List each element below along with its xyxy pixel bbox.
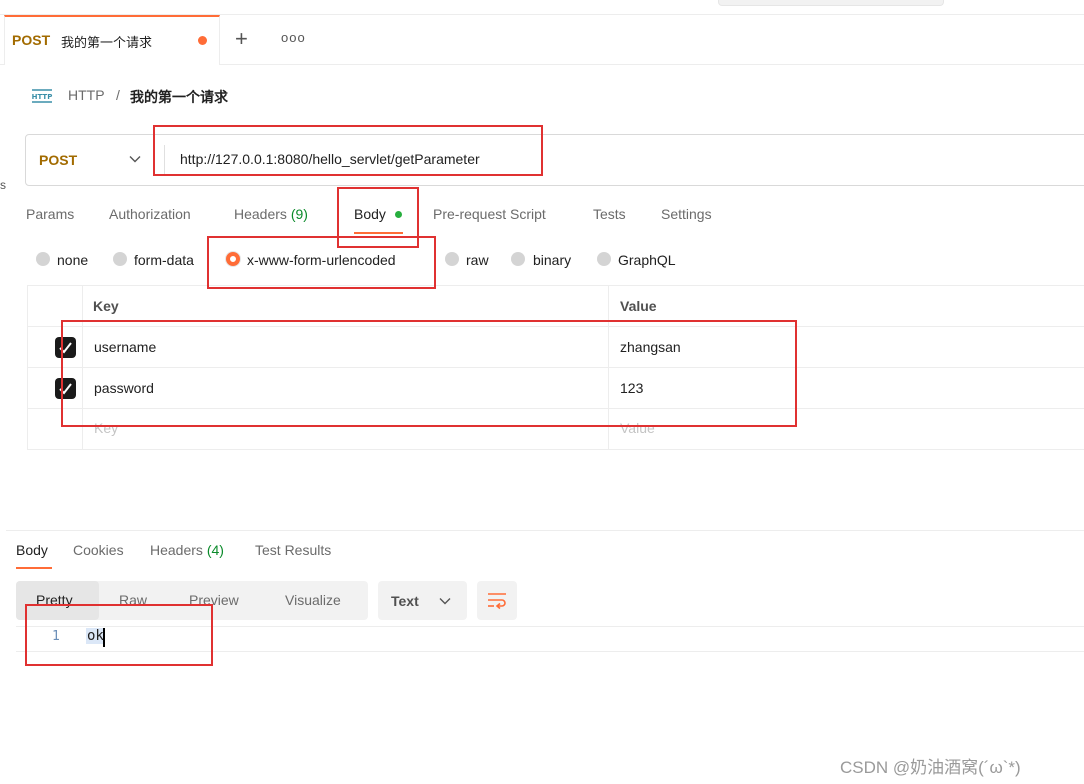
table-header-value: Value — [620, 298, 657, 314]
breadcrumb-current[interactable]: 我的第一个请求 — [130, 87, 228, 107]
left-edge-glyph: s — [0, 178, 6, 192]
http-icon: HTTP — [32, 89, 53, 103]
annotation-response — [25, 604, 213, 666]
annotation-url — [153, 125, 543, 176]
tab-headers-label: Headers — [234, 206, 287, 222]
tab-pre-request-script[interactable]: Pre-request Script — [433, 206, 546, 222]
radio-binary-label[interactable]: binary — [533, 252, 571, 268]
radio-none[interactable] — [36, 252, 50, 266]
response-tab-headers-label: Headers — [150, 542, 203, 558]
format-type-label: Text — [391, 593, 419, 609]
radio-raw-label[interactable]: raw — [466, 252, 489, 268]
method-chevron-down-icon — [129, 156, 141, 163]
method-label: POST — [39, 152, 78, 168]
new-tab-plus-icon[interactable]: + — [235, 26, 248, 52]
tab-settings[interactable]: Settings — [661, 206, 712, 222]
tab-headers-count: (9) — [290, 206, 308, 222]
response-tab-body[interactable]: Body — [16, 542, 48, 558]
tab-headers[interactable]: Headers (9) — [234, 206, 308, 222]
wrap-lines-icon — [488, 593, 506, 610]
format-type-chevron-down-icon — [439, 598, 451, 605]
response-divider — [6, 530, 1084, 531]
top-search-bar[interactable] — [718, 0, 944, 6]
radio-raw[interactable] — [445, 252, 459, 266]
response-tab-cookies[interactable]: Cookies — [73, 542, 124, 558]
http-icon-label: HTTP — [32, 93, 53, 101]
response-tab-underline — [16, 567, 52, 569]
watermark: CSDN @奶油酒窝(´ω`*) — [840, 758, 1021, 777]
tab-tests[interactable]: Tests — [593, 206, 626, 222]
radio-form-data[interactable] — [113, 252, 127, 266]
radio-form-data-label[interactable]: form-data — [134, 252, 194, 268]
annotation-params — [61, 320, 797, 427]
format-visualize-button[interactable]: Visualize — [285, 592, 341, 608]
response-tab-test-results[interactable]: Test Results — [255, 542, 331, 558]
radio-graphql[interactable] — [597, 252, 611, 266]
more-tabs-icon[interactable]: ooo — [281, 30, 306, 45]
response-tab-headers-count: (4) — [206, 542, 224, 558]
wrap-lines-button[interactable] — [477, 581, 517, 620]
tab-params[interactable]: Params — [26, 206, 74, 222]
tab-authorization[interactable]: Authorization — [109, 206, 191, 222]
radio-binary[interactable] — [511, 252, 525, 266]
unsaved-dot-icon — [198, 36, 207, 45]
table-header-key: Key — [93, 298, 119, 314]
breadcrumb-root[interactable]: HTTP — [68, 87, 105, 103]
tab-title: 我的第一个请求 — [61, 35, 153, 50]
tab-method: POST — [12, 32, 51, 48]
response-tab-headers[interactable]: Headers (4) — [150, 542, 224, 558]
radio-none-label[interactable]: none — [57, 252, 88, 268]
breadcrumb-separator: / — [116, 87, 120, 103]
annotation-urlencoded — [207, 236, 436, 289]
radio-graphql-label[interactable]: GraphQL — [618, 252, 676, 268]
